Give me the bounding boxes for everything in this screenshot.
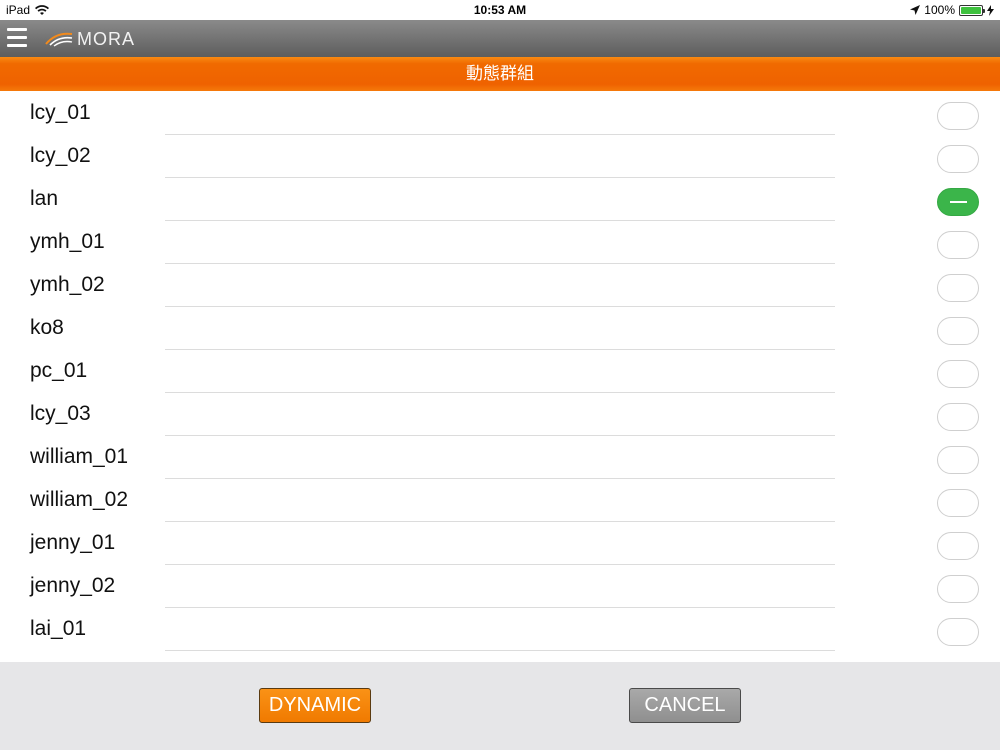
app-name: MORA	[77, 28, 135, 49]
status-time: 10:53 AM	[473, 3, 527, 17]
selection-toggle[interactable]	[937, 532, 979, 560]
charging-bolt-icon	[987, 4, 994, 16]
list-item[interactable]: ymh_01	[0, 221, 1000, 264]
selection-toggle[interactable]	[937, 360, 979, 388]
app-logo: MORA	[44, 28, 135, 50]
list-item-label: jenny_01	[30, 531, 116, 554]
cancel-button[interactable]: CANCEL	[629, 688, 741, 723]
list-item[interactable]: william_01	[0, 436, 1000, 479]
list-item[interactable]: lan	[0, 178, 1000, 221]
list-item[interactable]: ko8	[0, 307, 1000, 350]
list-item[interactable]: lcy_02	[0, 135, 1000, 178]
list-item[interactable]: ymh_02	[0, 264, 1000, 307]
selection-toggle[interactable]	[937, 274, 979, 302]
list-item-label: lan	[30, 187, 59, 210]
selection-toggle[interactable]	[937, 102, 979, 130]
list-item-label: ymh_02	[30, 273, 105, 296]
list-item-label: pc_01	[30, 359, 88, 382]
battery-percent: 100%	[924, 3, 955, 17]
logo-swoosh-icon	[45, 32, 73, 47]
list-item[interactable]: jenny_01	[0, 522, 1000, 565]
page-title: 動態群組	[0, 57, 1000, 91]
selection-toggle[interactable]	[937, 145, 979, 173]
list-item-label: ko8	[30, 316, 64, 339]
selection-toggle[interactable]	[937, 403, 979, 431]
list-item-label: william_01	[30, 445, 129, 468]
list-item[interactable]: william_02	[0, 479, 1000, 522]
status-bar: iPad 10:53 AM 100%	[0, 0, 1000, 20]
list-item-label: jenny_02	[30, 574, 116, 597]
selection-toggle[interactable]	[937, 618, 979, 646]
dynamic-button[interactable]: DYNAMIC	[259, 688, 371, 723]
selection-toggle-on[interactable]	[937, 188, 979, 216]
selection-toggle[interactable]	[937, 446, 979, 474]
list-item[interactable]: pc_01	[0, 350, 1000, 393]
list-item-label: lcy_02	[30, 144, 91, 167]
list-item-label: william_02	[30, 488, 129, 511]
list-item[interactable]: lcy_01	[0, 92, 1000, 135]
group-list: lcy_01 lcy_02lan ymh_01 ymh_02 ko8 pc_01 lcy_0…	[0, 92, 1000, 662]
list-item[interactable]: lai_01	[0, 608, 1000, 651]
list-item-label: lcy_03	[30, 402, 91, 425]
location-arrow-icon	[910, 5, 921, 15]
selection-toggle[interactable]	[937, 317, 979, 345]
list-item-label: lcy_01	[30, 101, 91, 124]
status-right: 100%	[910, 0, 994, 20]
selection-toggle[interactable]	[937, 231, 979, 259]
battery-icon	[959, 4, 985, 16]
list-item[interactable]: jenny_02	[0, 565, 1000, 608]
list-item-label: ymh_01	[30, 230, 105, 253]
app-header: MORA	[0, 20, 1000, 57]
footer-bar: DYNAMIC CANCEL	[0, 662, 1000, 750]
list-item-label: lai_01	[30, 617, 87, 640]
selection-toggle[interactable]	[937, 575, 979, 603]
list-item[interactable]: lcy_03	[0, 393, 1000, 436]
hamburger-menu-icon[interactable]	[7, 26, 29, 50]
selection-toggle[interactable]	[937, 489, 979, 517]
row-divider	[165, 650, 835, 651]
